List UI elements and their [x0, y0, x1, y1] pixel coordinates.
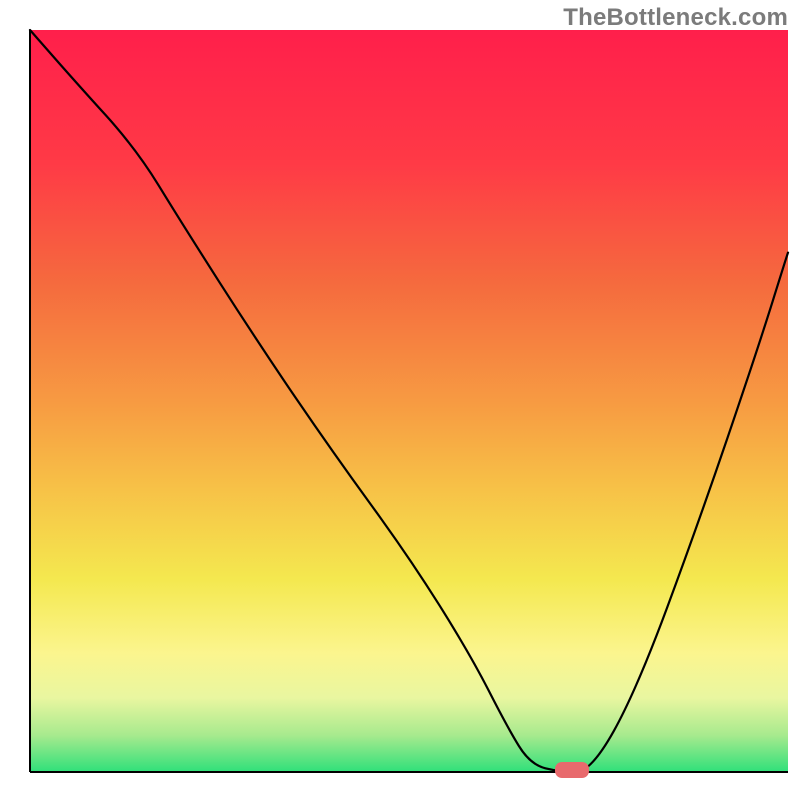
watermark-text: TheBottleneck.com [563, 4, 788, 32]
optimal-marker [555, 762, 589, 778]
plot-background [30, 30, 788, 772]
chart-svg [0, 0, 800, 800]
chart-container: { "brand": { "watermark": "TheBottleneck… [0, 0, 800, 800]
